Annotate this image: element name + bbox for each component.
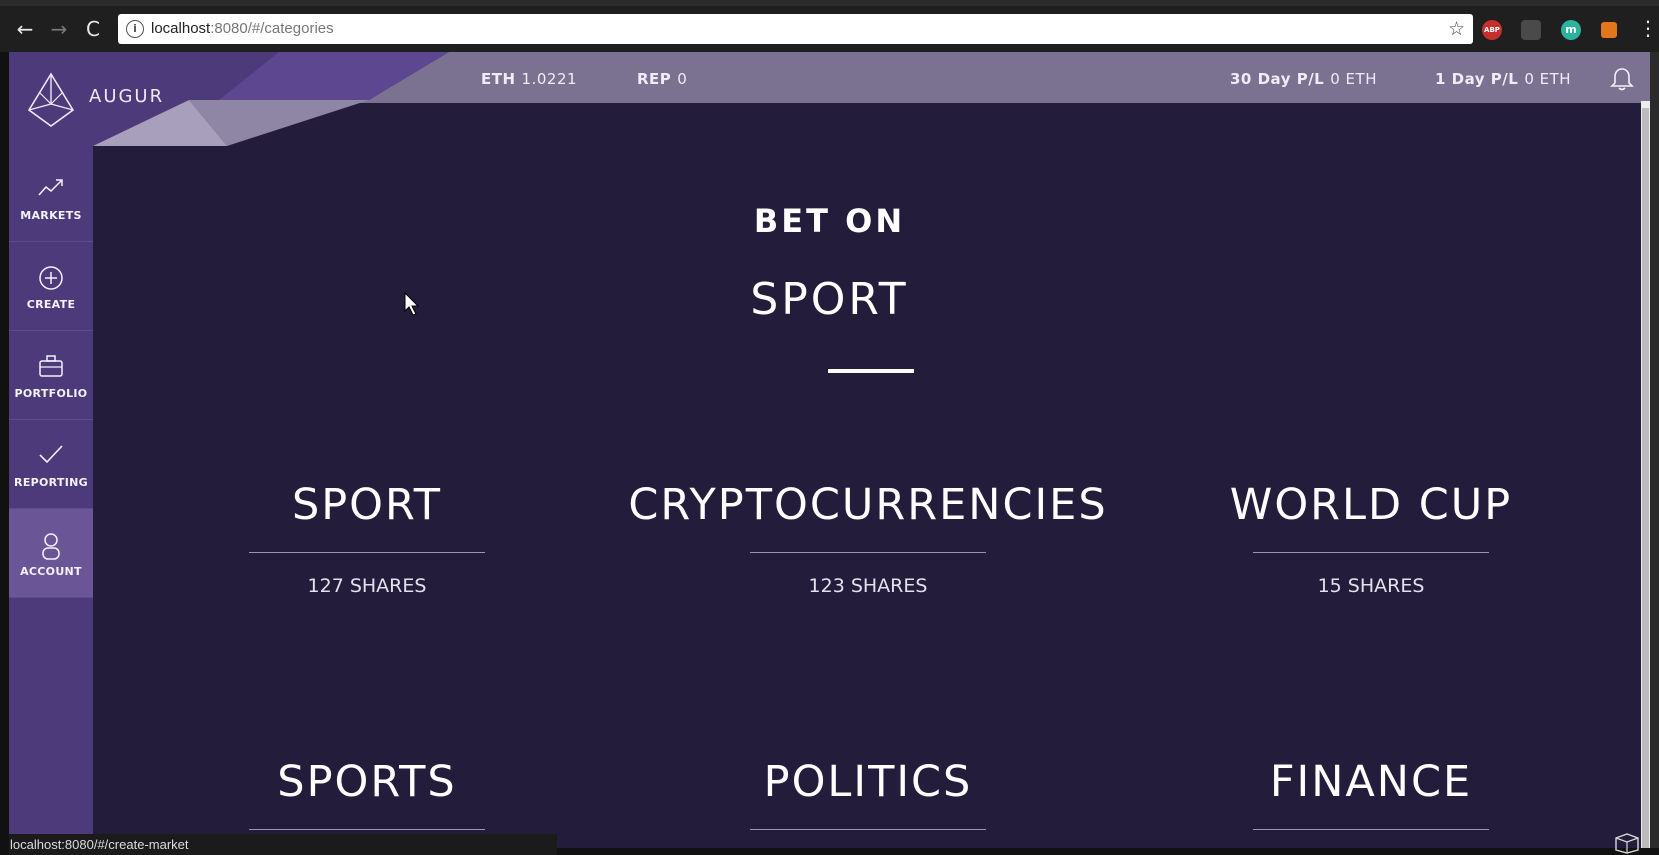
category-card[interactable]: SPORT 127 SHARES [127,480,607,597]
sidebar-label-reporting: REPORTING [14,476,88,489]
category-name[interactable]: CRYPTOCURRENCIES [628,480,1108,530]
browser-menu-icon[interactable]: ⋮ [1638,16,1658,40]
logo-text[interactable]: AUGUR [89,86,164,107]
category-divider [1253,829,1489,830]
back-arrow-icon[interactable]: ← [12,16,38,42]
screen: { "browser": { "url_host": "localhost", … [0,0,1659,855]
sidebar-item-account[interactable]: ACCOUNT [9,509,93,598]
window-frame [0,52,9,855]
eth-label: ETH [481,70,516,88]
pl1-value: 0 ETH [1524,70,1572,88]
category-name[interactable]: WORLD CUP [1131,480,1611,530]
address-bar[interactable]: i localhost:8080/#/categories ☆ [118,14,1473,44]
category-card[interactable]: FINANCE [1131,757,1611,830]
category-name[interactable]: SPORT [127,480,607,530]
briefcase-icon [39,355,63,377]
browser-toolbar: ← → C i localhost:8080/#/categories ☆ AB… [0,6,1659,52]
sidebar-label-portfolio: PORTFOLIO [14,387,88,400]
url-path: :8080/#/categories [210,20,334,37]
scrollbar-thumb[interactable] [1642,108,1649,848]
augur-logo-icon[interactable] [25,70,77,130]
augur-watermark-icon [1615,833,1639,854]
category-shares: 15 SHARES [1317,575,1425,597]
pl1-label: 1 Day P/L [1435,70,1519,88]
rep-label: REP [637,70,672,88]
category-divider [249,552,485,553]
thirty-day-pl: 30 Day P/L 0 ETH [1230,70,1377,88]
eth-value: 1.0221 [521,70,578,88]
sidebar-item-reporting[interactable]: REPORTING [9,420,93,509]
category-divider [750,552,986,553]
address-url[interactable]: localhost:8080/#/categories [151,20,334,37]
category-shares: 123 SHARES [808,575,928,597]
sidebar: MARKETS CREATE PORTFOLIO REPORTING ACCOU… [9,153,93,848]
sidebar-item-portfolio[interactable]: PORTFOLIO [9,331,93,420]
category-card[interactable]: CRYPTOCURRENCIES 123 SHARES [628,480,1108,597]
bell-icon[interactable] [1610,66,1634,92]
category-name[interactable]: SPORTS [127,757,607,807]
m-extension-icon[interactable]: m [1561,20,1581,40]
status-bar-url: localhost:8080/#/create-market [9,834,557,855]
category-name[interactable]: POLITICS [628,757,1108,807]
category-card[interactable]: SPORTS [127,757,607,830]
user-icon [42,533,60,560]
metamask-extension-icon[interactable] [1601,22,1617,38]
url-host: localhost [151,20,211,37]
adblock-extension-icon[interactable]: ABP [1482,20,1502,40]
hero-divider [828,369,914,373]
rep-balance: REP 0 [637,70,687,88]
category-card[interactable]: WORLD CUP 15 SHARES [1131,480,1611,597]
eth-balance: ETH 1.0221 [481,70,577,88]
hero-topic: SPORT [750,274,909,325]
pl30-value: 0 ETH [1330,70,1377,88]
category-name[interactable]: FINANCE [1131,757,1611,807]
augur-app: ETH 1.0221 REP 0 30 Day P/L 0 ETH 1 Day P/L… [9,52,1650,848]
category-card[interactable]: POLITICS [628,757,1108,830]
hero-bet-on: BET ON [753,202,906,240]
pl30-label: 30 Day P/L [1230,70,1325,88]
category-divider [750,829,986,830]
trending-up-icon [38,179,63,196]
bookmark-star-icon[interactable]: ☆ [1448,18,1465,40]
checkmark-icon [39,445,63,464]
category-divider [249,829,485,830]
info-icon[interactable]: i [126,20,144,38]
evernote-extension-icon[interactable] [1521,20,1541,40]
mouse-cursor-icon [404,292,420,316]
category-shares: 127 SHARES [307,575,427,597]
reload-icon[interactable]: C [80,16,106,42]
forward-arrow-icon[interactable]: → [46,16,72,42]
category-divider [1253,552,1489,553]
one-day-pl: 1 Day P/L 0 ETH [1435,70,1571,88]
rep-value: 0 [677,70,688,88]
sidebar-label-account: ACCOUNT [20,565,82,578]
